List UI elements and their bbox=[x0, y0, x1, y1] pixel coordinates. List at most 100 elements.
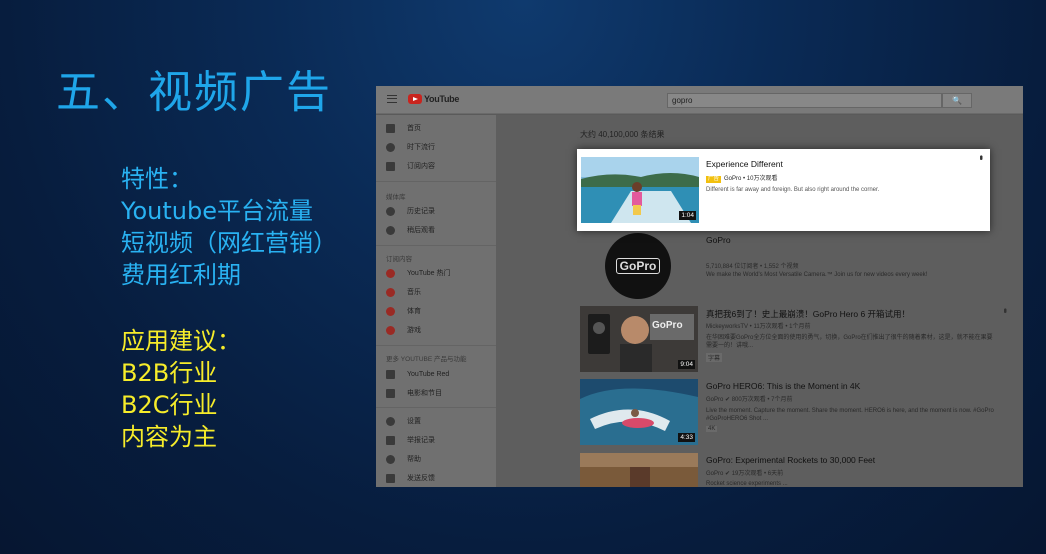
sidebar-item-youtube-red[interactable]: YouTube Red bbox=[386, 367, 449, 381]
sidebar-item-label: 音乐 bbox=[407, 289, 421, 296]
video-meta: GoPro ✔ 800万次观看 • 7个月前 bbox=[706, 397, 793, 403]
video-badge: 字幕 bbox=[706, 353, 723, 362]
youtube-red-icon bbox=[386, 369, 395, 379]
sidebar-item-trending[interactable]: 时下流行 bbox=[386, 140, 435, 154]
music-icon bbox=[386, 287, 395, 297]
channel-name[interactable]: GoPro bbox=[706, 235, 731, 245]
advice-list: 应用建议： B2B行业 B2C行业 内容为主 bbox=[121, 325, 241, 453]
sidebar-item-label: YouTube Red bbox=[407, 370, 450, 378]
feature-item: Youtube平台流量 bbox=[121, 197, 313, 225]
ad-desc: Different is far away and foreign. But a… bbox=[706, 187, 880, 193]
sidebar-item-label: 稍后观看 bbox=[407, 227, 435, 234]
channel-result[interactable]: GoPro GoPro 5,710,884 位订阅者 • 1,552 个视频 W… bbox=[580, 233, 1010, 303]
video-result[interactable]: GoPro: Experimental Rockets to 30,000 Fe… bbox=[580, 453, 1010, 487]
feature-item: 费用红利期 bbox=[121, 261, 241, 289]
ad-title[interactable]: Experience Different bbox=[706, 159, 783, 169]
sidebar: 首页 时下流行 订阅内容 媒体库 历史记录 稍后观看 订阅内容 YouTube … bbox=[376, 115, 496, 487]
divider bbox=[376, 245, 496, 246]
sidebar-item-watch-later[interactable]: 稍后观看 bbox=[386, 223, 435, 237]
features-heading: 特性： bbox=[121, 165, 193, 193]
ad-badge: 广告 bbox=[706, 176, 722, 183]
youtube-logo[interactable]: YouTube bbox=[408, 94, 459, 104]
ad-thumbnail[interactable]: 1:04 bbox=[581, 157, 699, 223]
youtube-play-icon bbox=[408, 94, 422, 104]
sidebar-item-movies[interactable]: 电影和节目 bbox=[386, 386, 442, 400]
video-result[interactable]: GoPro 9:04 真把我6到了！史上最崩溃！GoPro Hero 6 开箱试… bbox=[580, 306, 1010, 372]
more-options-icon[interactable]: ••• bbox=[976, 155, 986, 158]
advice-item: B2C行业 bbox=[121, 391, 218, 419]
ad-video-card[interactable]: 1:04 Experience Different 广告 GoPro • 10万次… bbox=[577, 149, 990, 231]
sidebar-item-label: YouTube 热门 bbox=[407, 270, 451, 277]
gopro-logo: GoPro bbox=[615, 258, 661, 274]
sports-icon bbox=[386, 306, 395, 316]
video-thumbnail[interactable]: GoPro 9:04 bbox=[580, 306, 698, 372]
video-title[interactable]: GoPro: Experimental Rockets to 30,000 Fe… bbox=[706, 455, 875, 465]
search-input[interactable]: gopro bbox=[667, 93, 942, 108]
sidebar-item-label: 电影和节目 bbox=[407, 390, 442, 397]
ad-meta-row: 广告 GoPro • 10万次观看 bbox=[706, 173, 777, 183]
sidebar-item-label: 设置 bbox=[407, 418, 421, 425]
video-thumbnail[interactable]: 4:33 bbox=[580, 379, 698, 445]
advice-item: B2B行业 bbox=[121, 359, 218, 387]
sidebar-item-gaming[interactable]: 游戏 bbox=[386, 323, 421, 337]
history-icon bbox=[386, 206, 395, 216]
features-list: 特性： Youtube平台流量 短视频（网红营销） 费用红利期 bbox=[121, 163, 337, 291]
channel-meta: 5,710,884 位订阅者 • 1,552 个视频 bbox=[706, 264, 799, 270]
video-duration: 9:04 bbox=[678, 360, 695, 369]
flag-icon bbox=[386, 435, 395, 445]
video-duration: 1:04 bbox=[679, 211, 696, 220]
youtube-header: YouTube gopro 🔍 bbox=[376, 86, 1023, 114]
youtube-popular-icon bbox=[386, 268, 395, 278]
sidebar-item-label: 游戏 bbox=[407, 327, 421, 334]
youtube-screenshot: YouTube gopro 🔍 首页 时下流行 订阅内容 媒体库 历史记录 稍后… bbox=[376, 86, 1023, 487]
sidebar-item-popular[interactable]: YouTube 热门 bbox=[386, 266, 450, 280]
video-thumbnail[interactable] bbox=[580, 453, 698, 487]
video-result[interactable]: 4:33 GoPro HERO6: This is the Moment in … bbox=[580, 379, 1010, 445]
sidebar-item-label: 时下流行 bbox=[407, 144, 435, 151]
subscriptions-icon bbox=[386, 161, 395, 171]
divider bbox=[376, 407, 496, 408]
library-header: 媒体库 bbox=[386, 194, 406, 201]
sidebar-item-feedback[interactable]: 发送反馈 bbox=[386, 471, 435, 485]
video-title[interactable]: GoPro HERO6: This is the Moment in 4K bbox=[706, 381, 860, 391]
sidebar-item-label: 体育 bbox=[407, 308, 421, 315]
more-options-icon[interactable]: ••• bbox=[1000, 308, 1010, 311]
feedback-icon bbox=[386, 473, 395, 483]
trending-icon bbox=[386, 142, 395, 152]
youtube-logo-text: YouTube bbox=[424, 94, 460, 104]
video-desc: Live the moment. Capture the moment. Sha… bbox=[706, 408, 994, 422]
results-count: 大约 40,100,000 条结果 bbox=[580, 130, 665, 139]
sidebar-item-help[interactable]: 帮助 bbox=[386, 452, 421, 466]
sidebar-item-label: 发送反馈 bbox=[407, 475, 435, 482]
sidebar-item-label: 帮助 bbox=[407, 456, 421, 463]
video-badge: 4K bbox=[706, 426, 718, 432]
thumbnail-text: GoPro bbox=[652, 320, 683, 331]
sidebar-item-report-history[interactable]: 举报记录 bbox=[386, 433, 435, 447]
watch-later-icon bbox=[386, 225, 395, 235]
advice-heading: 应用建议： bbox=[121, 327, 241, 355]
search-button[interactable]: 🔍 bbox=[942, 93, 972, 108]
menu-icon[interactable] bbox=[387, 95, 397, 103]
feature-item: 短视频（网红营销） bbox=[121, 229, 337, 257]
channel-avatar[interactable]: GoPro bbox=[605, 233, 671, 299]
sidebar-item-sports[interactable]: 体育 bbox=[386, 304, 421, 318]
slide-title: 五、视频广告 bbox=[56, 67, 332, 118]
movies-icon bbox=[386, 388, 395, 398]
advice-item: 内容为主 bbox=[121, 423, 217, 451]
video-meta: MickeyworksTV • 11万次观看 • 1个月前 bbox=[706, 324, 811, 330]
channel-desc: We make the World's Most Versatile Camer… bbox=[706, 272, 928, 278]
video-title[interactable]: 真把我6到了！史上最崩溃！GoPro Hero 6 开箱试用！ bbox=[706, 308, 910, 320]
sidebar-item-label: 历史记录 bbox=[407, 208, 435, 215]
sidebar-item-history[interactable]: 历史记录 bbox=[386, 204, 435, 218]
sidebar-item-home[interactable]: 首页 bbox=[386, 121, 421, 135]
home-icon bbox=[386, 123, 395, 133]
thumbnail-image bbox=[580, 453, 698, 487]
gaming-icon bbox=[386, 325, 395, 335]
sidebar-item-subscriptions[interactable]: 订阅内容 bbox=[386, 159, 435, 173]
video-duration: 4:33 bbox=[678, 433, 695, 442]
video-meta: GoPro ✔ 19万次观看 • 6天前 bbox=[706, 471, 784, 477]
sidebar-item-music[interactable]: 音乐 bbox=[386, 285, 421, 299]
sidebar-item-settings[interactable]: 设置 bbox=[386, 414, 421, 428]
divider bbox=[376, 181, 496, 182]
video-desc: 在华困难要GoPro全方位全面的使用的勇气，切换，GoPro在们推出了很牛的随着… bbox=[706, 335, 993, 349]
